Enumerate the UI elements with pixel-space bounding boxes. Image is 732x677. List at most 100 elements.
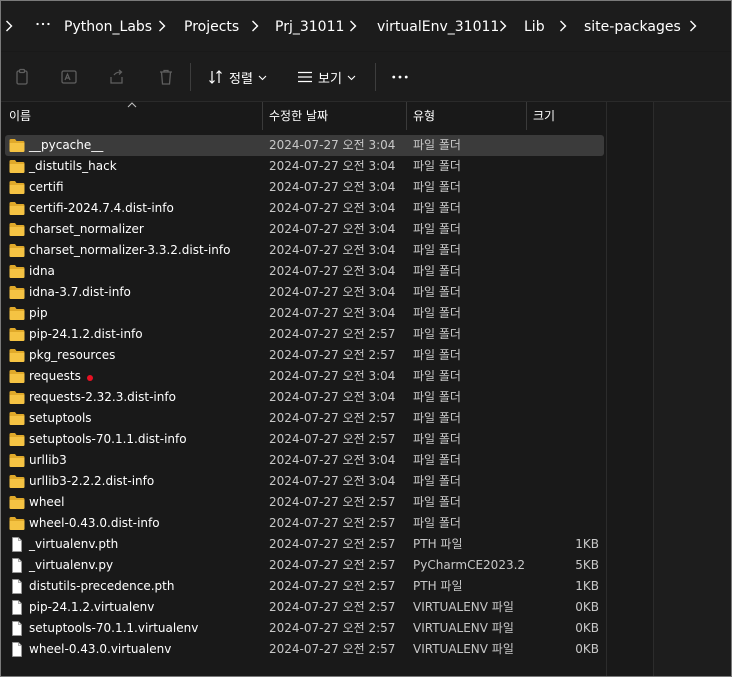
file-size: 0KB (575, 621, 599, 635)
list-item[interactable]: wheel-0.43.0.dist-info 2024-07-27 오전 2:57… (5, 513, 604, 534)
list-item[interactable]: urllib3-2.2.2.dist-info 2024-07-27 오전 3:0… (5, 471, 604, 492)
file-icon (9, 558, 25, 573)
list-item[interactable]: urllib3 2024-07-27 오전 3:04 파일 폴더 (5, 450, 604, 471)
list-item[interactable]: setuptools-70.1.1.dist-info 2024-07-27 오전… (5, 429, 604, 450)
list-item[interactable]: idna 2024-07-27 오전 3:04 파일 폴더 (5, 261, 604, 282)
file-type: VIRTUALENV 파일 (413, 600, 514, 614)
file-type: 파일 폴더 (413, 453, 461, 467)
file-name: charset_normalizer-3.3.2.dist-info (29, 243, 231, 257)
list-item[interactable]: idna-3.7.dist-info 2024-07-27 오전 3:04 파일 폴… (5, 282, 604, 303)
column-type[interactable]: 유형 (407, 102, 526, 130)
red-dot-marker (87, 375, 93, 381)
file-name: charset_normalizer (29, 222, 144, 236)
list-item[interactable]: certifi 2024-07-27 오전 3:04 파일 폴더 (5, 177, 604, 198)
file-type: 파일 폴더 (413, 201, 461, 215)
file-type: 파일 폴더 (413, 390, 461, 404)
list-item[interactable]: charset_normalizer 2024-07-27 오전 3:04 파일 폴… (5, 219, 604, 240)
breadcrumb-item[interactable]: Lib (524, 18, 545, 36)
column-name[interactable]: 이름 (3, 102, 262, 130)
list-item[interactable]: _distutils_hack 2024-07-27 오전 3:04 파일 폴더 (5, 156, 604, 177)
list-item[interactable]: pip 2024-07-27 오전 3:04 파일 폴더 (5, 303, 604, 324)
file-type: PTH 파일 (413, 537, 463, 551)
file-type: 파일 폴더 (413, 348, 461, 362)
chevron-right-icon[interactable] (687, 17, 699, 35)
copy-icon[interactable] (12, 67, 32, 87)
column-size[interactable]: 크기 (527, 102, 606, 130)
file-name: requests (29, 369, 81, 383)
breadcrumb-item[interactable]: Python_Labs (64, 18, 152, 36)
column-header-row: 이름 수정한 날짜 유형 크기 (1, 102, 651, 130)
file-name: _virtualenv.py (29, 558, 114, 572)
list-item[interactable]: __pycache__ 2024-07-27 오전 3:04 파일 폴더 (5, 135, 604, 156)
sort-button[interactable]: 정렬 (208, 66, 267, 88)
folder-icon (9, 222, 25, 237)
rename-icon[interactable] (59, 67, 79, 87)
delete-icon[interactable] (156, 67, 176, 87)
list-item[interactable]: wheel 2024-07-27 오전 2:57 파일 폴더 (5, 492, 604, 513)
share-icon[interactable] (107, 67, 127, 87)
list-item[interactable]: certifi-2024.7.4.dist-info 2024-07-27 오전 … (5, 198, 604, 219)
more-icon[interactable] (389, 67, 411, 87)
file-date: 2024-07-27 오전 3:04 (269, 474, 396, 488)
list-item[interactable]: wheel-0.43.0.virtualenv 2024-07-27 오전 2:5… (5, 639, 604, 660)
file-icon (9, 579, 25, 594)
file-name: pkg_resources (29, 348, 116, 362)
list-edge (606, 102, 607, 676)
folder-icon (9, 348, 25, 363)
folder-icon (9, 264, 25, 279)
chevron-right-icon[interactable] (249, 17, 261, 35)
folder-icon (9, 453, 25, 468)
chevron-right-icon[interactable] (156, 17, 168, 35)
list-item[interactable]: distutils-precedence.pth 2024-07-27 오전 2:… (5, 576, 604, 597)
breadcrumb-item[interactable]: Projects (184, 18, 239, 36)
list-item[interactable]: _virtualenv.pth 2024-07-27 오전 2:57 PTH 파일 1… (5, 534, 604, 555)
file-type: 파일 폴더 (413, 495, 461, 509)
file-type: PTH 파일 (413, 579, 463, 593)
file-date: 2024-07-27 오전 3:04 (269, 264, 396, 278)
file-name: _virtualenv.pth (29, 537, 119, 551)
sort-label: 정렬 (229, 71, 253, 87)
file-type: 파일 폴더 (413, 243, 461, 257)
file-name: certifi-2024.7.4.dist-info (29, 201, 174, 215)
command-bar: 정렬 보기 (1, 52, 731, 102)
folder-icon (9, 474, 25, 489)
file-date: 2024-07-27 오전 3:04 (269, 306, 396, 320)
file-type: VIRTUALENV 파일 (413, 621, 514, 635)
file-date: 2024-07-27 오전 2:57 (269, 516, 396, 530)
file-type: 파일 폴더 (413, 159, 461, 173)
chevron-right-icon[interactable] (3, 17, 15, 35)
file-date: 2024-07-27 오전 2:57 (269, 537, 396, 551)
file-date: 2024-07-27 오전 3:04 (269, 138, 396, 152)
breadcrumb-item[interactable]: site-packages (584, 18, 681, 36)
file-size: 1KB (575, 537, 599, 551)
list-item[interactable]: pkg_resources 2024-07-27 오전 2:57 파일 폴더 (5, 345, 604, 366)
list-item[interactable]: setuptools-70.1.1.virtualenv 2024-07-27 오… (5, 618, 604, 639)
column-modified[interactable]: 수정한 날짜 (263, 102, 406, 130)
file-icon (9, 600, 25, 615)
file-type: 파일 폴더 (413, 474, 461, 488)
list-item[interactable]: charset_normalizer-3.3.2.dist-info 2024-0… (5, 240, 604, 261)
view-button[interactable]: 보기 (297, 66, 356, 88)
file-size: 0KB (575, 600, 599, 614)
list-item[interactable]: pip-24.1.2.virtualenv 2024-07-27 오전 2:57 V… (5, 597, 604, 618)
list-item[interactable]: pip-24.1.2.dist-info 2024-07-27 오전 2:57 파일… (5, 324, 604, 345)
list-item[interactable]: requests 2024-07-27 오전 3:04 파일 폴더 (5, 366, 604, 387)
list-item[interactable]: requests-2.32.3.dist-info 2024-07-27 오전 3… (5, 387, 604, 408)
breadcrumb-item[interactable]: Prj_31011 (275, 18, 344, 36)
file-date: 2024-07-27 오전 3:04 (269, 222, 396, 236)
address-bar[interactable]: Python_Labs Projects Prj_31011 virtualEnv_3… (1, 1, 731, 51)
file-type: 파일 폴더 (413, 138, 461, 152)
file-name: pip-24.1.2.virtualenv (29, 600, 155, 614)
chevron-right-icon[interactable] (557, 17, 569, 35)
list-item[interactable]: setuptools 2024-07-27 오전 2:57 파일 폴더 (5, 408, 604, 429)
file-date: 2024-07-27 오전 3:04 (269, 201, 396, 215)
file-icon (9, 642, 25, 657)
ellipsis-icon[interactable] (34, 14, 52, 34)
file-date: 2024-07-27 오전 3:04 (269, 369, 396, 383)
chevron-right-icon[interactable] (347, 17, 359, 35)
file-icon (9, 537, 25, 552)
list-item[interactable]: _virtualenv.py 2024-07-27 오전 2:57 PyCharmC… (5, 555, 604, 576)
file-name: pip-24.1.2.dist-info (29, 327, 143, 341)
breadcrumb-item[interactable]: virtualEnv_31011 (377, 18, 499, 36)
chevron-right-icon[interactable] (497, 17, 509, 35)
